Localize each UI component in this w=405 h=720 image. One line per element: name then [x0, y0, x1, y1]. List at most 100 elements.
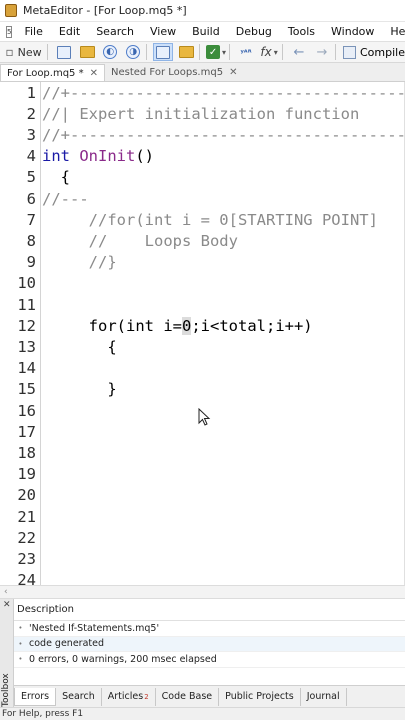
- code-line[interactable]: 22: [0, 528, 404, 549]
- tab-journal[interactable]: Journal: [301, 687, 347, 706]
- code-line[interactable]: 17: [0, 422, 404, 443]
- new-button-label: New: [17, 45, 42, 59]
- new-file-icon: ▫: [5, 45, 14, 59]
- menu-edit[interactable]: Edit: [55, 25, 92, 38]
- code-token: (): [135, 147, 155, 166]
- code-text: //}: [42, 252, 117, 273]
- code-line[interactable]: 7 //for(int i = 0[STARTING POINT]: [0, 210, 404, 231]
- code-token: int: [42, 147, 70, 166]
- code-line[interactable]: 2 //| Expert initialization function: [0, 104, 404, 125]
- toolbar-separator: [335, 44, 336, 60]
- open-button[interactable]: [77, 43, 97, 61]
- function-button[interactable]: fx ▾: [259, 43, 279, 61]
- menu-window[interactable]: Window: [327, 25, 386, 38]
- editor-horizontal-scrollbar[interactable]: ‹: [0, 585, 405, 599]
- code-line[interactable]: 4 int OnInit(): [0, 146, 404, 167]
- menu-debug[interactable]: Debug: [232, 25, 284, 38]
- title-bar: MetaEditor - [For Loop.mq5 *]: [0, 0, 405, 22]
- code-text: }: [42, 379, 117, 400]
- history-back-button[interactable]: ◐: [100, 43, 120, 61]
- tab-label: Nested For Loops.mq5: [110, 67, 224, 78]
- navigate-back-button[interactable]: ←: [289, 43, 309, 61]
- code-line[interactable]: 13 {: [0, 337, 404, 358]
- tab-code-base[interactable]: Code Base: [156, 687, 220, 706]
- code-text: int OnInit(): [42, 146, 154, 167]
- code-line[interactable]: 12 for(int i=0;i<total;i++): [0, 316, 404, 337]
- menu-file[interactable]: File: [20, 25, 54, 38]
- check-button[interactable]: ✓ ▾: [206, 43, 226, 61]
- new-button[interactable]: ▫ New: [3, 43, 44, 61]
- line-number: 1: [26, 83, 36, 102]
- line-number: 6: [26, 189, 36, 208]
- menu-bar: 5 File Edit Search View Build Debug Tool…: [0, 22, 405, 41]
- code-editor[interactable]: 1 //+------------------------------------…: [0, 82, 405, 585]
- history-forward-button[interactable]: ◑: [123, 43, 143, 61]
- code-line[interactable]: 16: [0, 401, 404, 422]
- code-token: //+-------------------------------------…: [42, 125, 404, 144]
- code-line[interactable]: 20: [0, 485, 404, 506]
- menu-view[interactable]: View: [146, 25, 188, 38]
- menu-help[interactable]: Help: [386, 25, 405, 38]
- description-column-header[interactable]: Description: [14, 599, 405, 621]
- code-line[interactable]: 10: [0, 273, 404, 294]
- toolbar-separator: [282, 44, 283, 60]
- code-line[interactable]: 11: [0, 295, 404, 316]
- line-number: 2: [26, 104, 36, 123]
- line-number: 11: [17, 295, 36, 314]
- code-text: {: [42, 167, 70, 188]
- status-bar: For Help, press F1: [0, 707, 405, 720]
- code-line[interactable]: 1 //+------------------------------------…: [0, 83, 404, 104]
- menu-tools[interactable]: Tools: [284, 25, 327, 38]
- tab-articles[interactable]: Articles 2: [102, 687, 156, 706]
- code-text: //+-------------------------------------…: [42, 125, 404, 146]
- code-line[interactable]: 8 // Loops Body: [0, 231, 404, 252]
- list-item[interactable]: • code generated: [14, 636, 405, 652]
- close-icon[interactable]: ✕: [3, 600, 11, 610]
- code-text: {: [42, 337, 116, 358]
- main-toolbar: ▫ New ◐ ◑ ✓ ▾ ʸᴬᴿ fx ▾ ← → Compile: [0, 41, 405, 63]
- menu-build[interactable]: Build: [188, 25, 232, 38]
- navigate-forward-button[interactable]: →: [312, 43, 332, 61]
- scroll-left-icon[interactable]: ‹: [4, 586, 8, 599]
- code-line[interactable]: 21: [0, 507, 404, 528]
- list-item[interactable]: • 0 errors, 0 warnings, 200 msec elapsed: [14, 652, 405, 668]
- menu-search[interactable]: Search: [92, 25, 146, 38]
- tab-for-loop[interactable]: For Loop.mq5 * ✕: [0, 64, 105, 81]
- code-line[interactable]: 15 }: [0, 379, 404, 400]
- tab-label: Public Projects: [225, 691, 294, 702]
- code-text: //| Expert initialization function: [42, 104, 359, 125]
- tab-errors[interactable]: Errors: [14, 687, 57, 706]
- code-line[interactable]: 9 //}: [0, 252, 404, 273]
- tab-nested-for-loops[interactable]: Nested For Loops.mq5 ✕: [105, 64, 243, 81]
- code-token: }: [42, 380, 117, 399]
- code-token: for(int i=: [42, 316, 182, 335]
- code-line[interactable]: 18: [0, 443, 404, 464]
- list-item[interactable]: • 'Nested If-Statements.mq5': [14, 621, 405, 637]
- navigator-button[interactable]: [153, 43, 174, 61]
- tab-search[interactable]: Search: [56, 687, 102, 706]
- toolbar-separator: [47, 44, 49, 60]
- close-icon[interactable]: ✕: [229, 67, 237, 78]
- close-icon[interactable]: ✕: [90, 68, 98, 79]
- document-icon[interactable]: 5: [6, 25, 13, 38]
- check-icon: ✓: [206, 45, 221, 59]
- message-text: code generated: [29, 638, 104, 650]
- code-line[interactable]: 24: [0, 570, 404, 585]
- code-text: for(int i=0;i<total;i++): [42, 316, 313, 337]
- code-line[interactable]: 5 {: [0, 167, 404, 188]
- code-line[interactable]: 19: [0, 464, 404, 485]
- new-document-button[interactable]: [54, 43, 74, 61]
- tab-label: Errors: [21, 690, 50, 702]
- fx-icon: fx: [260, 45, 272, 59]
- toolbox-side-strip: ✕ Toolbox: [0, 599, 14, 707]
- compile-button[interactable]: Compile: [339, 45, 405, 59]
- code-line[interactable]: 6 //---: [0, 189, 404, 210]
- code-line[interactable]: 3 //+------------------------------------…: [0, 125, 404, 146]
- tab-public-projects[interactable]: Public Projects: [219, 687, 301, 706]
- code-line[interactable]: 14: [0, 358, 404, 379]
- code-line[interactable]: 23: [0, 549, 404, 570]
- folder-button[interactable]: [176, 43, 196, 61]
- variable-button[interactable]: ʸᴬᴿ: [236, 43, 256, 61]
- line-number: 9: [26, 253, 36, 272]
- code-text: //---: [42, 189, 89, 210]
